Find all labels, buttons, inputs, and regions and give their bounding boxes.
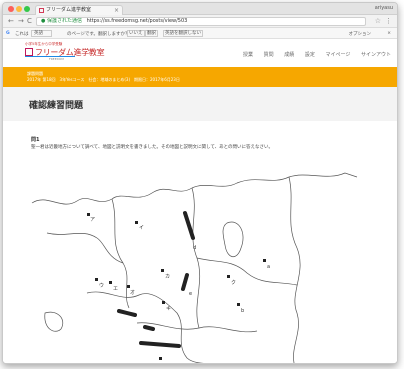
translate-bar: G これは 英語 のページです。翻訳しますか？ いいえ 翻訳 英語を翻訳しない … xyxy=(3,28,397,39)
map-label-o: オ xyxy=(130,290,135,296)
map-marker-11 xyxy=(159,357,162,360)
never-translate-button[interactable]: 英語を翻訳しない xyxy=(163,30,203,37)
banner-details: 2017年 第18回 3年Yesコース 社会：地域のまとめ(3) 期限日：201… xyxy=(27,77,180,82)
url-text: https://ss.freedomsg.net/posts/view/503 xyxy=(86,18,188,24)
question-label: 問1 xyxy=(31,137,40,143)
map-border-north xyxy=(46,232,124,264)
tab-bar: フリーダム進学教室 × ariyasu xyxy=(3,3,397,15)
map-label-e-small: e xyxy=(189,291,192,297)
translate-lang-label: これは xyxy=(15,32,29,37)
map-border-inner xyxy=(196,257,298,286)
minimize-window-button[interactable] xyxy=(16,6,22,12)
address-bar[interactable]: ● 保護された通信 https://ss.freedomsg.net/posts… xyxy=(36,17,366,26)
nav-lessons[interactable]: 授業 xyxy=(243,52,253,58)
site-header: 小学5年生から中学受験 フリーダム進学教室 FREEDOM 授業 質問 成績 設… xyxy=(3,39,397,67)
map-label-ku: ク xyxy=(231,280,236,286)
question-content: 問1 聖一君は近畿地方について調べて、地図と説明文を書きました。その地図と説明文… xyxy=(3,121,397,364)
favicon-icon xyxy=(39,8,44,13)
map-label-a: ア xyxy=(90,217,95,223)
lock-icon: ● xyxy=(41,18,46,24)
browser-toolbar: ← → C ● 保護された通信 https://ss.freedomsg.net… xyxy=(3,15,397,28)
site-nav: 授業 質問 成績 設定 マイページ サインアウト xyxy=(234,51,391,58)
map-lake xyxy=(222,221,244,257)
map-border-east xyxy=(288,176,301,363)
map-label-c-small: c xyxy=(163,362,166,364)
browser-window: フリーダム進学教室 × ariyasu ← → C ● 保護された通信 http… xyxy=(2,2,398,364)
nav-settings[interactable]: 設定 xyxy=(305,52,315,58)
nav-questions[interactable]: 質問 xyxy=(264,52,274,58)
tab-title: フリーダム進学教室 xyxy=(46,7,92,13)
map-label-d-small: d xyxy=(193,245,196,251)
nav-signout[interactable]: サインアウト xyxy=(361,52,391,58)
map-marker-2 xyxy=(135,221,138,224)
map-marker-1 xyxy=(87,213,90,216)
profile-name[interactable]: ariyasu xyxy=(375,5,393,11)
logo-subtext: FREEDOM xyxy=(49,57,64,61)
translate-from-select[interactable]: 英語 xyxy=(31,30,52,37)
maximize-window-button[interactable] xyxy=(24,6,30,12)
logo-mark-icon xyxy=(25,48,33,56)
map-marker-9 xyxy=(263,259,266,262)
map-marker-5 xyxy=(127,285,130,288)
bookmark-star-icon[interactable]: ☆ xyxy=(375,17,381,25)
map-bar-3 xyxy=(117,309,137,317)
browser-menu-icon[interactable]: ⋮ xyxy=(385,17,392,25)
map-bar-5 xyxy=(139,341,181,348)
map-label-a-small: a xyxy=(267,264,270,270)
map-marker-8 xyxy=(227,275,230,278)
map-label-ka: カ xyxy=(165,274,170,280)
map-coastline xyxy=(31,172,358,205)
map-bar-4 xyxy=(143,325,155,331)
assignment-banner: 課題問題 2017年 第18回 3年Yesコース 社会：地域のまとめ(3) 期限… xyxy=(3,67,397,87)
map-marker-10 xyxy=(237,303,240,306)
title-area: 確認練習問題 xyxy=(3,87,397,121)
translate-decline-button[interactable]: いいえ xyxy=(127,30,145,37)
kinki-map-image: ア イ ウ エ オ カ キ ク a b c d e xyxy=(31,172,358,364)
map-island xyxy=(44,311,64,332)
map-bar-2 xyxy=(181,273,189,291)
translate-icon: G xyxy=(6,31,10,36)
map-label-i: イ xyxy=(139,225,144,231)
map-bar-1 xyxy=(183,211,195,240)
tab-close-icon[interactable]: × xyxy=(114,6,119,15)
close-window-button[interactable] xyxy=(8,6,14,12)
reload-button[interactable]: C xyxy=(27,17,32,25)
map-marker-3 xyxy=(95,278,98,281)
map-coast-south xyxy=(86,291,204,363)
back-button[interactable]: ← xyxy=(8,17,14,25)
map-label-u: ウ xyxy=(99,282,104,289)
map-marker-6 xyxy=(161,269,164,272)
map-label-b-small: b xyxy=(241,308,244,314)
page-title: 確認練習問題 xyxy=(29,101,84,111)
map-label-e: エ xyxy=(113,286,118,292)
translate-button[interactable]: 翻訳 xyxy=(145,30,158,37)
secure-label: 保護された通信 xyxy=(46,18,82,24)
question-text: 聖一君は近畿地方について調べて、地図と説明文を書きました。その地図と説明文に関し… xyxy=(31,145,274,150)
nav-grades[interactable]: 成績 xyxy=(284,52,294,58)
map-marker-4 xyxy=(109,281,112,284)
translate-question: のページです。翻訳しますか？ xyxy=(67,32,130,37)
map-border-mid xyxy=(191,187,201,329)
map-border-south xyxy=(136,322,258,333)
browser-tab[interactable]: フリーダム進学教室 × xyxy=(35,5,123,15)
map-marker-7 xyxy=(162,301,165,304)
translate-close-icon[interactable]: × xyxy=(387,31,391,36)
forward-button[interactable]: → xyxy=(18,17,24,25)
translate-options-button[interactable]: オプション xyxy=(349,31,372,37)
map-label-ki: キ xyxy=(166,306,171,312)
nav-mypage[interactable]: マイページ xyxy=(325,52,350,58)
